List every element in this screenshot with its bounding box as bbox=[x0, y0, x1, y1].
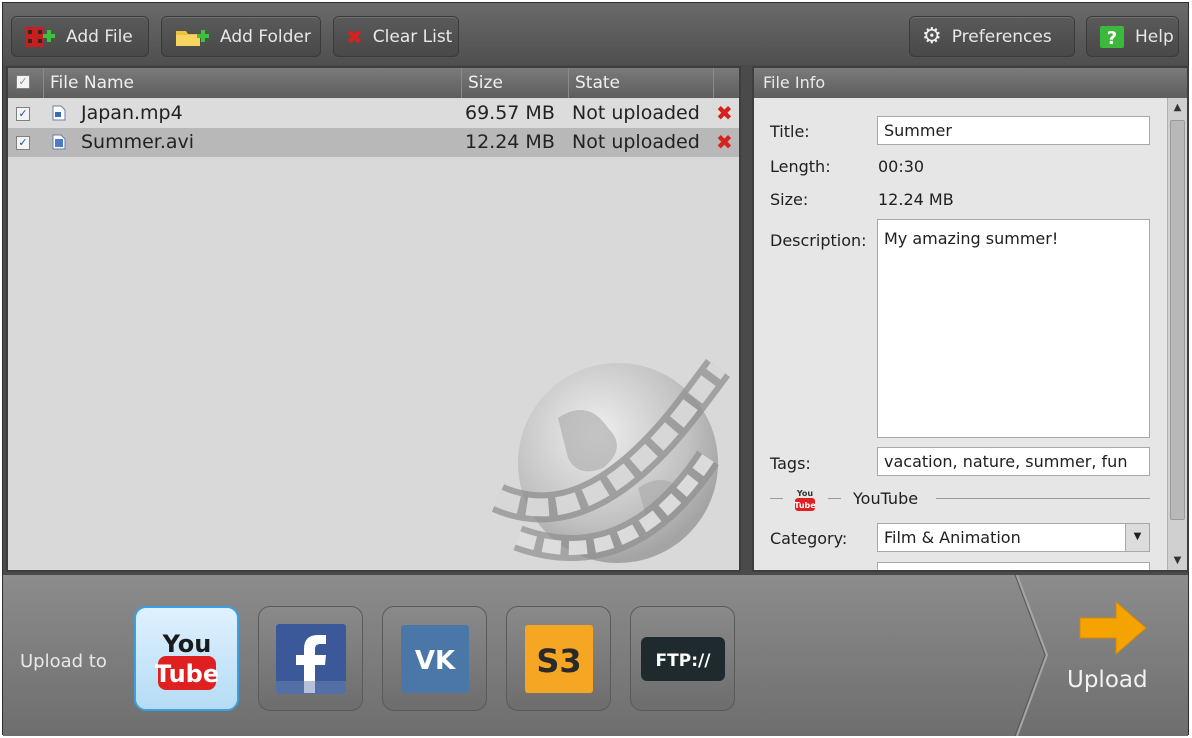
app-window: Add File Add Folder ✖ Clear List ⚙ Prefe… bbox=[2, 2, 1189, 736]
add-file-label: Add File bbox=[66, 26, 133, 47]
gear-icon: ⚙ bbox=[922, 24, 942, 49]
video-file-icon bbox=[52, 105, 66, 121]
youtube-service-button[interactable]: You Tube bbox=[134, 606, 239, 711]
add-folder-label: Add Folder bbox=[220, 26, 311, 47]
section-divider bbox=[770, 498, 783, 499]
description-label: Description: bbox=[770, 231, 867, 250]
svg-text:You: You bbox=[161, 630, 211, 658]
column-header-name[interactable]: File Name bbox=[43, 68, 461, 98]
section-divider bbox=[828, 498, 841, 499]
svg-text:FTP://: FTP:// bbox=[655, 651, 711, 671]
youtube-icon: You Tube bbox=[154, 630, 219, 690]
file-name: Summer.avi bbox=[81, 131, 195, 153]
file-state: Not uploaded bbox=[572, 102, 700, 124]
vk-icon: VK bbox=[400, 624, 469, 693]
size-label: Size: bbox=[770, 190, 809, 209]
help-label: Help bbox=[1135, 26, 1174, 47]
scroll-thumb[interactable] bbox=[1170, 120, 1185, 520]
preferences-label: Preferences bbox=[951, 26, 1052, 47]
clear-list-button[interactable]: ✖ Clear List bbox=[333, 16, 459, 57]
file-state: Not uploaded bbox=[572, 131, 700, 153]
scroll-down-icon[interactable]: ▼ bbox=[1170, 552, 1185, 570]
arrow-right-icon bbox=[1079, 600, 1147, 656]
length-label: Length: bbox=[770, 157, 831, 176]
svg-text:Tube: Tube bbox=[154, 660, 218, 688]
svg-text:Tube: Tube bbox=[794, 501, 816, 510]
help-icon: ? bbox=[1100, 25, 1124, 49]
help-button[interactable]: ? Help bbox=[1086, 16, 1179, 57]
file-name: Japan.mp4 bbox=[81, 102, 183, 124]
column-header-remove bbox=[713, 68, 739, 98]
youtube-small-icon: You Tube bbox=[794, 489, 816, 511]
upload-label: Upload bbox=[1067, 667, 1148, 693]
row-checkbox[interactable]: ✓ bbox=[16, 107, 30, 121]
add-folder-icon bbox=[176, 29, 209, 46]
add-file-icon bbox=[26, 26, 55, 47]
row-checkbox[interactable]: ✓ bbox=[16, 136, 30, 150]
clear-list-icon: ✖ bbox=[346, 24, 363, 49]
file-list-panel: ✓ File Name Size State ✓ Japan.mp4 69.57… bbox=[6, 66, 741, 572]
table-row[interactable]: ✓ Summer.avi 12.24 MB Not uploaded ✖ bbox=[8, 128, 739, 157]
upload-separator bbox=[1014, 575, 1049, 736]
ftp-icon: FTP:// bbox=[640, 636, 725, 681]
file-info-header: File Info bbox=[754, 68, 1187, 98]
toolbar: Add File Add Folder ✖ Clear List ⚙ Prefe… bbox=[3, 3, 1188, 65]
s3-service-button[interactable]: S3 bbox=[506, 606, 611, 711]
title-label: Title: bbox=[770, 122, 810, 141]
title-input[interactable]: Summer bbox=[877, 116, 1150, 145]
select-all-checkbox[interactable]: ✓ bbox=[16, 75, 30, 89]
video-file-icon bbox=[52, 134, 66, 150]
size-value: 12.24 MB bbox=[878, 190, 954, 209]
ftp-service-button[interactable]: FTP:// bbox=[630, 606, 735, 711]
vk-service-button[interactable]: VK bbox=[382, 606, 487, 711]
file-size: 69.57 MB bbox=[465, 102, 555, 124]
category-value: Film & Animation bbox=[884, 528, 1021, 547]
upload-button[interactable] bbox=[1048, 585, 1186, 725]
column-header-size[interactable]: Size bbox=[461, 68, 568, 98]
remove-file-icon[interactable]: ✖ bbox=[716, 99, 733, 128]
category-label: Category: bbox=[770, 529, 848, 548]
scrollbar[interactable]: ▲ ▼ bbox=[1167, 98, 1187, 570]
preferences-button[interactable]: ⚙ Preferences bbox=[909, 16, 1075, 57]
description-textarea[interactable]: My amazing summer! bbox=[877, 219, 1150, 438]
table-row[interactable]: ✓ Japan.mp4 69.57 MB Not uploaded ✖ bbox=[8, 99, 739, 128]
file-list-header: ✓ File Name Size State bbox=[8, 68, 739, 98]
clear-list-label: Clear List bbox=[372, 26, 453, 47]
chevron-down-icon[interactable]: ▼ bbox=[1125, 524, 1149, 551]
globe-filmstrip-watermark-icon bbox=[491, 359, 730, 563]
scroll-up-icon[interactable]: ▲ bbox=[1170, 99, 1185, 117]
column-header-state[interactable]: State bbox=[568, 68, 713, 98]
youtube-section-label: YouTube bbox=[853, 489, 919, 508]
category-select[interactable]: Film & Animation ▼ bbox=[877, 523, 1150, 552]
length-value: 00:30 bbox=[878, 157, 925, 176]
svg-text:?: ? bbox=[1107, 28, 1117, 49]
add-folder-button[interactable]: Add Folder bbox=[161, 16, 321, 57]
facebook-service-button[interactable] bbox=[258, 606, 363, 711]
svg-text:VK: VK bbox=[414, 646, 455, 676]
upload-to-label: Upload to bbox=[20, 651, 107, 672]
facebook-icon bbox=[275, 623, 346, 694]
tags-label: Tags: bbox=[770, 454, 811, 473]
file-size: 12.24 MB bbox=[465, 131, 555, 153]
tags-input[interactable]: vacation, nature, summer, fun bbox=[877, 447, 1150, 476]
svg-text:You: You bbox=[796, 489, 814, 498]
file-info-panel: File Info Title: Summer Length: 00:30 Si… bbox=[752, 66, 1189, 572]
section-divider bbox=[936, 498, 1150, 499]
svg-text:S3: S3 bbox=[536, 642, 581, 680]
s3-icon: S3 bbox=[524, 624, 593, 693]
privacy-select[interactable] bbox=[877, 562, 1150, 570]
upload-bar: Upload to You Tube VK S3 FTP:// Upload bbox=[3, 575, 1188, 736]
remove-file-icon[interactable]: ✖ bbox=[716, 128, 733, 157]
add-file-button[interactable]: Add File bbox=[11, 16, 149, 57]
